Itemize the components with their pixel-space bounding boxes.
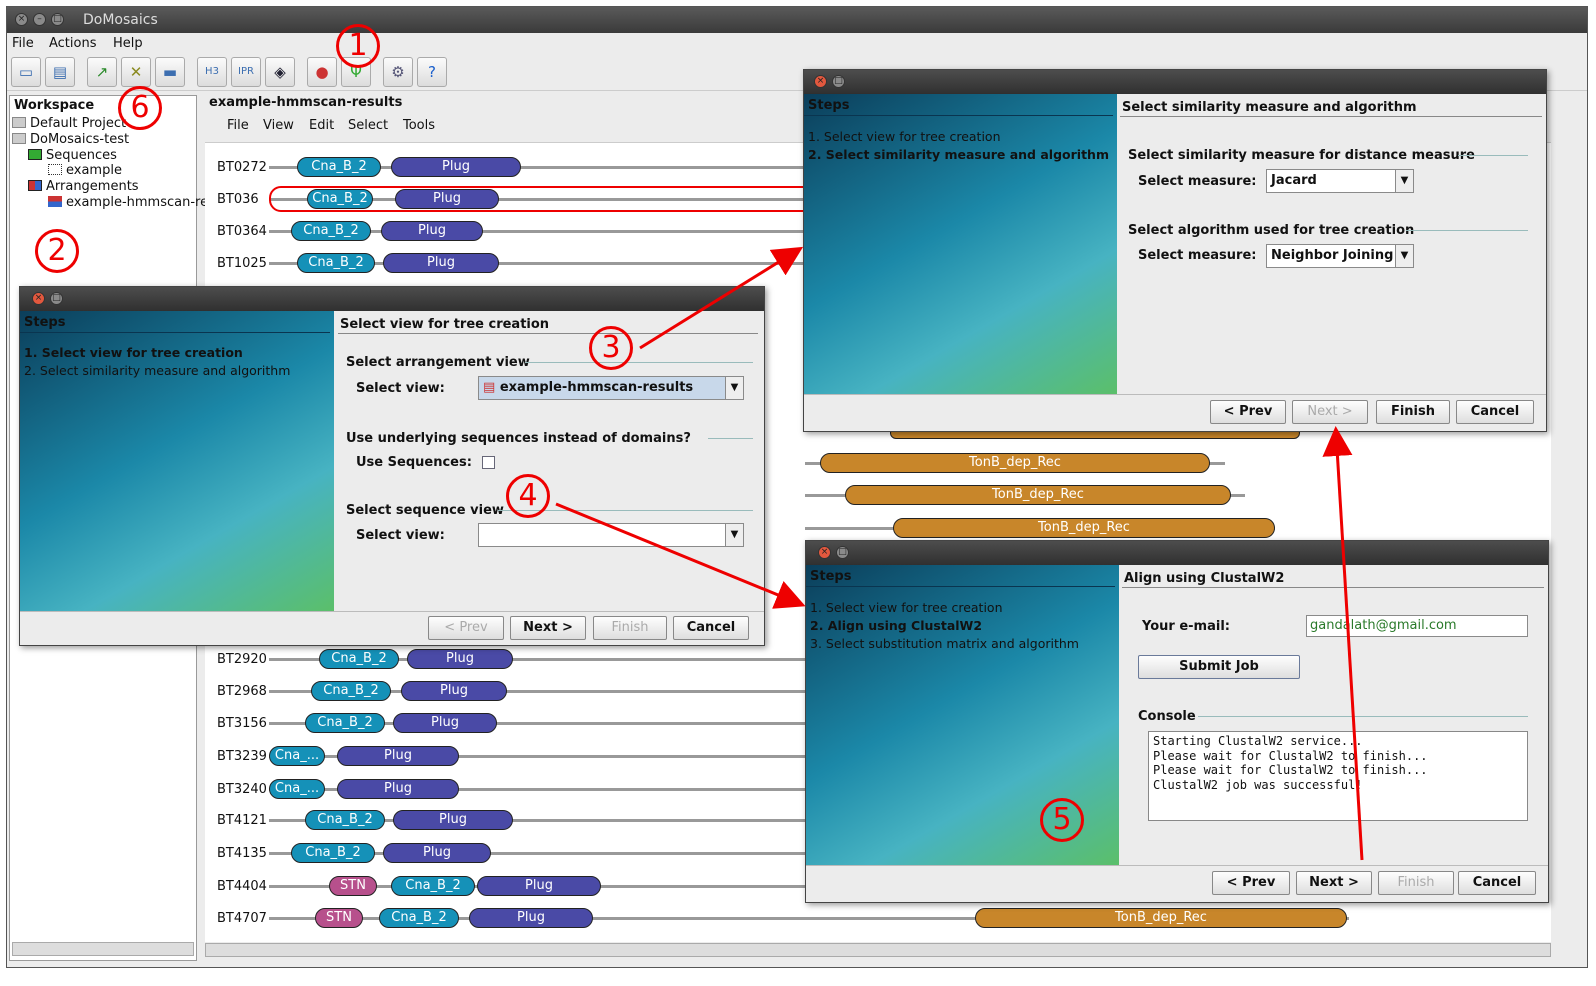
arrow-back-to-step2 (1322, 426, 1364, 861)
arrow-to-step2 (639, 246, 804, 350)
arrow-to-clustal (555, 502, 806, 609)
annotation-arrows (555, 246, 1364, 861)
annotation-5: 5 (1040, 798, 1084, 842)
annotation-3: 3 (589, 326, 633, 370)
annotation-2: 2 (35, 229, 79, 273)
annotation-6: 6 (118, 86, 162, 130)
annotation-1: 1 (336, 24, 380, 68)
annotation-4: 4 (506, 474, 550, 518)
